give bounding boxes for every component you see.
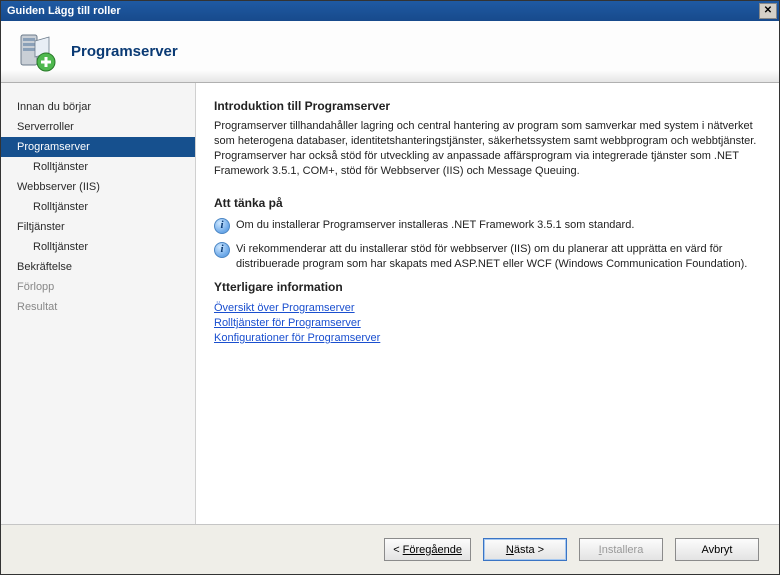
sidebar-item-f-rlopp: Förlopp bbox=[1, 277, 195, 297]
install-label-rest: nstallera bbox=[602, 544, 644, 556]
sidebar-item-innan-du-b-rjar[interactable]: Innan du börjar bbox=[1, 97, 195, 117]
page-title: Programserver bbox=[71, 43, 178, 60]
sidebar-item-rolltj-nster[interactable]: Rolltjänster bbox=[1, 197, 195, 217]
sidebar-item-programserver[interactable]: Programserver bbox=[1, 137, 195, 157]
server-role-icon bbox=[15, 31, 57, 73]
wizard-window: Guiden Lägg till roller ✕ Programserver … bbox=[0, 0, 780, 575]
consider-item: Vi rekommenderar att du installerar stöd… bbox=[214, 242, 759, 272]
cancel-button[interactable]: Avbryt bbox=[675, 538, 759, 561]
sidebar-item-rolltj-nster[interactable]: Rolltjänster bbox=[1, 237, 195, 257]
previous-button[interactable]: < Föregående bbox=[384, 538, 471, 561]
sidebar-item-resultat: Resultat bbox=[1, 297, 195, 317]
intro-heading: Introduktion till Programserver bbox=[214, 99, 759, 113]
consider-text: Vi rekommenderar att du installerar stöd… bbox=[236, 242, 759, 272]
close-button[interactable]: ✕ bbox=[759, 3, 777, 19]
titlebar: Guiden Lägg till roller ✕ bbox=[1, 1, 779, 21]
sidebar: Innan du börjarServerrollerProgramserver… bbox=[1, 83, 196, 524]
body-area: Innan du börjarServerrollerProgramserver… bbox=[1, 83, 779, 524]
sidebar-item-filtj-nster[interactable]: Filtjänster bbox=[1, 217, 195, 237]
content-pane: Introduktion till Programserver Programs… bbox=[196, 83, 779, 524]
header-band: Programserver bbox=[1, 21, 779, 83]
previous-label: Föregående bbox=[403, 544, 462, 556]
consider-item: Om du installerar Programserver installe… bbox=[214, 218, 759, 234]
sidebar-item-webbserver-iis-[interactable]: Webbserver (IIS) bbox=[1, 177, 195, 197]
sidebar-item-serverroller[interactable]: Serverroller bbox=[1, 117, 195, 137]
more-info-heading: Ytterligare information bbox=[214, 280, 759, 294]
footer-buttons: < Föregående Nästa > Installera Avbryt bbox=[1, 524, 779, 574]
window-title: Guiden Lägg till roller bbox=[7, 5, 759, 17]
sidebar-item-rolltj-nster[interactable]: Rolltjänster bbox=[1, 157, 195, 177]
links-list: Översikt över Programserver Rolltjänster… bbox=[214, 302, 759, 344]
next-button[interactable]: Nästa > bbox=[483, 538, 567, 561]
intro-text: Programserver tillhandahåller lagring oc… bbox=[214, 119, 759, 178]
consider-text: Om du installerar Programserver installe… bbox=[236, 218, 634, 234]
info-icon bbox=[214, 218, 230, 234]
sidebar-item-bekr-ftelse[interactable]: Bekräftelse bbox=[1, 257, 195, 277]
install-button: Installera bbox=[579, 538, 663, 561]
link-overview[interactable]: Översikt över Programserver bbox=[214, 302, 759, 314]
info-icon bbox=[214, 242, 230, 258]
next-label-rest: ästa > bbox=[514, 544, 544, 556]
next-underline: N bbox=[506, 544, 514, 556]
link-roleservices[interactable]: Rolltjänster för Programserver bbox=[214, 317, 759, 329]
link-configurations[interactable]: Konfigurationer för Programserver bbox=[214, 332, 759, 344]
consider-heading: Att tänka på bbox=[214, 196, 759, 210]
